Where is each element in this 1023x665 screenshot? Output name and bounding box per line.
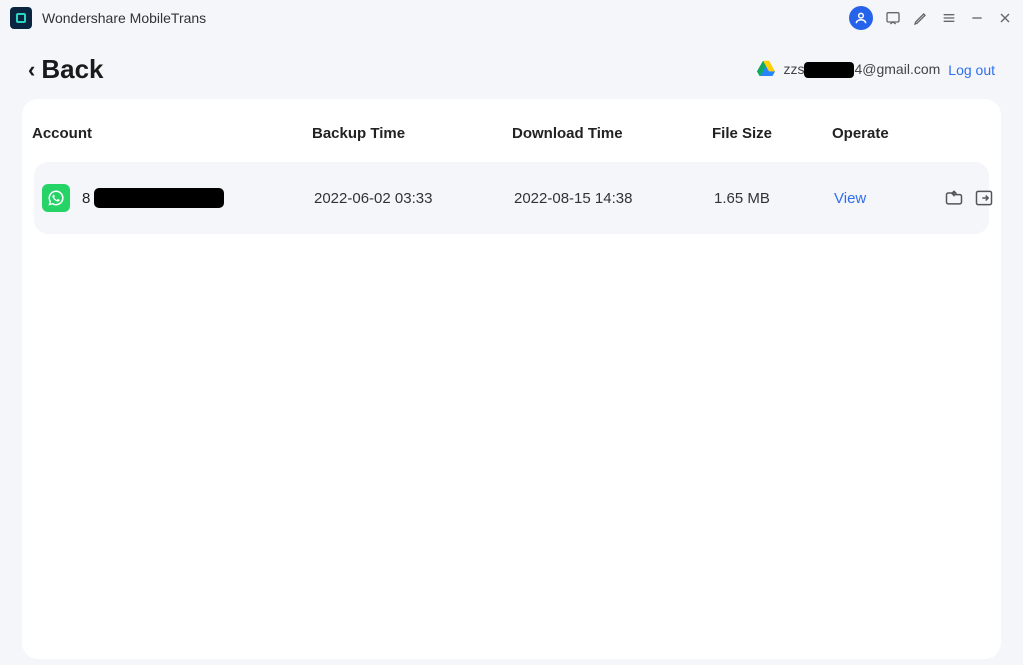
- cell-file-size: 1.65 MB: [714, 190, 834, 207]
- minimize-button[interactable]: [969, 10, 985, 26]
- col-file-size: File Size: [712, 125, 832, 142]
- col-download-time: Download Time: [512, 125, 712, 142]
- account-info: zzs 4@gmail.com Log out: [757, 60, 995, 79]
- google-drive-icon: [757, 60, 775, 79]
- back-label: Back: [41, 54, 103, 85]
- account-email: zzs 4@gmail.com: [783, 61, 940, 78]
- account-email-prefix: zzs: [783, 61, 804, 77]
- cell-backup-time: 2022-06-02 03:33: [314, 190, 514, 207]
- export-icon[interactable]: [974, 188, 994, 208]
- cell-operate: View: [834, 188, 994, 208]
- table-header: Account Backup Time Download Time File S…: [22, 103, 1001, 162]
- back-button[interactable]: ‹ Back: [28, 54, 103, 85]
- feedback-icon[interactable]: [885, 10, 901, 26]
- edit-icon[interactable]: [913, 10, 929, 26]
- redacted-account: [94, 188, 224, 208]
- account-email-suffix: 4@gmail.com: [854, 61, 940, 77]
- backups-card: Account Backup Time Download Time File S…: [22, 99, 1001, 659]
- table-row: 8 2022-06-02 03:33 2022-08-15 14:38 1.65…: [34, 162, 989, 234]
- account-value-prefix: 8: [82, 190, 90, 207]
- page-header: ‹ Back zzs 4@gmail.com Log out: [0, 36, 1023, 99]
- menu-icon[interactable]: [941, 10, 957, 26]
- col-backup-time: Backup Time: [312, 125, 512, 142]
- chevron-left-icon: ‹: [28, 57, 35, 83]
- whatsapp-icon: [42, 184, 70, 212]
- close-button[interactable]: [997, 10, 1013, 26]
- col-account: Account: [32, 125, 312, 142]
- logout-link[interactable]: Log out: [948, 62, 995, 78]
- cell-account: 8: [34, 184, 314, 212]
- view-link[interactable]: View: [834, 190, 866, 207]
- cell-download-time: 2022-08-15 14:38: [514, 190, 714, 207]
- redacted-email-part: [804, 62, 854, 78]
- open-folder-icon[interactable]: [944, 188, 964, 208]
- titlebar: Wondershare MobileTrans: [0, 0, 1023, 36]
- col-operate: Operate: [832, 125, 992, 142]
- app-logo-icon: [10, 7, 32, 29]
- app-title: Wondershare MobileTrans: [42, 10, 206, 26]
- user-account-button[interactable]: [849, 6, 873, 30]
